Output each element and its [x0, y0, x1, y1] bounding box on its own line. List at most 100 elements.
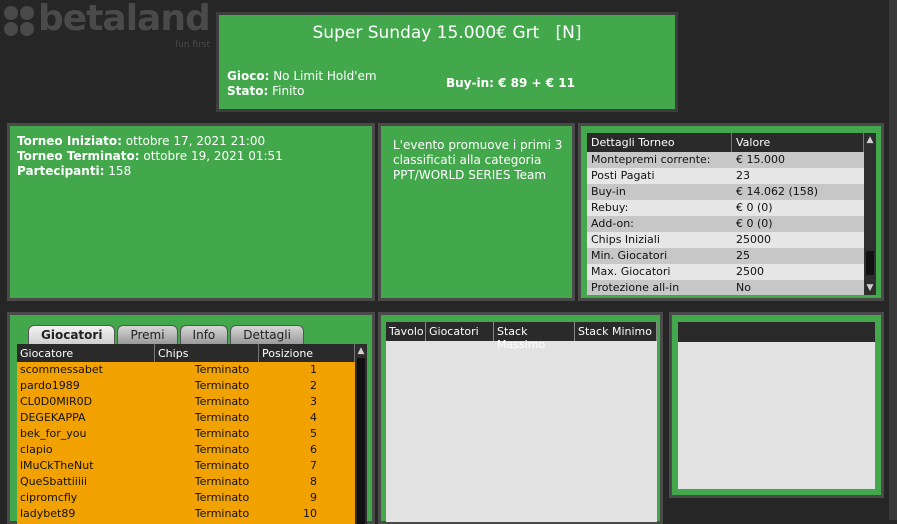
- player-row[interactable]: clapio Terminato 6: [17, 442, 355, 458]
- player-position: 3: [310, 395, 317, 408]
- col-chips[interactable]: Chips: [155, 344, 259, 362]
- details-value: 2500: [736, 265, 764, 278]
- details-body: Montepremi corrente: € 15.000 Posti Pagati…: [587, 152, 864, 295]
- col-stack-massimo[interactable]: Stack Massimo: [494, 322, 575, 351]
- game-value: No Limit Hold'em: [273, 69, 377, 83]
- players-scrollbar[interactable]: ▲: [355, 344, 367, 524]
- details-value: € 14.062 (158): [736, 185, 819, 198]
- player-row[interactable]: cipromcfly Terminato 9: [17, 490, 355, 506]
- table-detail-panel: [669, 312, 884, 498]
- player-name: lMuCkTheNut: [20, 459, 94, 472]
- scroll-thumb[interactable]: [866, 251, 874, 275]
- player-chips: Terminato: [194, 379, 250, 392]
- details-row: Buy-in € 14.062 (158): [587, 184, 864, 200]
- details-value: € 0 (0): [736, 217, 773, 230]
- tab-giocatori[interactable]: Giocatori: [28, 325, 116, 345]
- player-position: 7: [310, 459, 317, 472]
- details-key: Protezione all-in: [591, 281, 680, 294]
- betaland-logo: betaland fun first: [2, 0, 214, 56]
- player-chips: Terminato: [194, 443, 250, 456]
- player-position: 2: [310, 379, 317, 392]
- buyin-text: Buy-in: € 89 + € 11: [446, 76, 575, 90]
- tables-header: Tavolo Giocatori Stack Massimo Stack Min…: [386, 322, 657, 351]
- player-position: 8: [310, 475, 317, 488]
- tab-premi[interactable]: Premi: [117, 325, 178, 345]
- player-chips: Terminato: [194, 475, 250, 488]
- players-tabs: Giocatori Premi Info Dettagli: [28, 325, 306, 345]
- col-giocatore[interactable]: Giocatore: [17, 344, 155, 362]
- player-row[interactable]: lMuCkTheNut Terminato 7: [17, 458, 355, 474]
- scroll-down-icon[interactable]: ▼: [864, 283, 876, 293]
- details-table: Dettagli Torneo Valore Montepremi corren…: [587, 133, 864, 295]
- player-position: 5: [310, 427, 317, 440]
- details-row: Rebuy: € 0 (0): [587, 200, 864, 216]
- details-header: Dettagli Torneo Valore: [587, 133, 864, 152]
- player-position: 1: [310, 363, 317, 376]
- details-value: € 0 (0): [736, 201, 773, 214]
- col-stack-minimo[interactable]: Stack Minimo: [575, 322, 657, 341]
- col-posizione[interactable]: Posizione: [259, 344, 355, 362]
- details-key: Posti Pagati: [591, 169, 655, 182]
- tournament-title: Super Sunday 15.000€ Grt [N]: [312, 23, 582, 43]
- details-row: Min. Giocatori 25: [587, 248, 864, 264]
- details-row: Chips Iniziali 25000: [587, 232, 864, 248]
- details-key: Buy-in: [591, 185, 626, 198]
- player-name: CL0D0MIR0D: [20, 395, 93, 408]
- brand-tagline: fun first: [174, 40, 210, 50]
- player-row[interactable]: bek_for_you Terminato 5: [17, 426, 355, 442]
- player-chips: Terminato: [194, 459, 250, 472]
- player-row[interactable]: scommessabet Terminato 1: [17, 362, 355, 378]
- details-key: Min. Giocatori: [591, 249, 668, 262]
- game-label: Gioco:: [227, 69, 270, 83]
- tournament-description: L'evento promuove i primi 3 classificati…: [393, 138, 563, 182]
- players-table: Giocatore Chips Posizione scommessabet Te…: [17, 344, 355, 524]
- player-row[interactable]: DEGEKAPPA Terminato 4: [17, 410, 355, 426]
- col-tavolo[interactable]: Tavolo: [386, 322, 426, 341]
- player-name: DEGEKAPPA: [20, 411, 86, 424]
- details-panel: Dettagli Torneo Valore Montepremi corren…: [578, 123, 884, 301]
- player-chips: Terminato: [194, 363, 250, 376]
- tab-info[interactable]: Info: [179, 325, 229, 345]
- player-row[interactable]: CL0D0MIR0D Terminato 3: [17, 394, 355, 410]
- player-chips: Terminato: [194, 395, 250, 408]
- details-col-name[interactable]: Dettagli Torneo: [587, 133, 732, 152]
- player-chips: Terminato: [194, 491, 250, 504]
- tab-dettagli[interactable]: Dettagli: [230, 325, 304, 345]
- details-value: No: [736, 281, 751, 294]
- player-name: bek_for_you: [20, 427, 87, 440]
- players-body: scommessabet Terminato 1 pardo1989 Terminato…: [17, 362, 355, 522]
- end-value: ottobre 19, 2021 01:51: [143, 149, 283, 163]
- details-value: 25000: [736, 233, 771, 246]
- participants-value: 158: [108, 164, 132, 178]
- details-row: Add-on: € 0 (0): [587, 216, 864, 232]
- details-scrollbar[interactable]: ▲ ▼: [864, 133, 876, 295]
- players-header: Giocatore Chips Posizione: [17, 344, 355, 362]
- details-key: Add-on:: [591, 217, 634, 230]
- scroll-up-icon[interactable]: ▲: [355, 346, 367, 356]
- col-giocatori[interactable]: Giocatori: [426, 322, 494, 341]
- start-label: Torneo Iniziato:: [17, 134, 122, 148]
- player-name: QueSbattiiiii: [20, 475, 88, 488]
- details-value: 23: [736, 169, 750, 182]
- status-label: Stato:: [227, 84, 269, 98]
- tournament-times-panel: Torneo Iniziato: ottobre 17, 2021 21:00 …: [7, 123, 375, 301]
- details-col-value[interactable]: Valore: [732, 133, 864, 152]
- tournament-header: Super Sunday 15.000€ Grt [N] Gioco: No L…: [216, 12, 678, 112]
- player-row[interactable]: pardo1989 Terminato 2: [17, 378, 355, 394]
- end-label: Torneo Terminato:: [17, 149, 140, 163]
- details-value: 25: [736, 249, 750, 262]
- brand-name: betaland: [38, 0, 211, 39]
- scroll-up-icon[interactable]: ▲: [864, 135, 876, 145]
- player-name: cipromcfly: [20, 491, 78, 504]
- scroll-thumb[interactable]: [357, 358, 365, 524]
- player-row[interactable]: QueSbattiiiii Terminato 8: [17, 474, 355, 490]
- details-key: Max. Giocatori: [591, 265, 671, 278]
- details-row: Montepremi corrente: € 15.000: [587, 152, 864, 168]
- description-panel: L'evento promuove i primi 3 classificati…: [378, 123, 575, 301]
- details-row: Max. Giocatori 2500: [587, 264, 864, 280]
- player-position: 4: [310, 411, 317, 424]
- participants-label: Partecipanti:: [17, 164, 105, 178]
- tables-panel: Tavolo Giocatori Stack Massimo Stack Min…: [378, 312, 663, 524]
- window-edge: [889, 0, 897, 520]
- player-name: scommessabet: [20, 363, 103, 376]
